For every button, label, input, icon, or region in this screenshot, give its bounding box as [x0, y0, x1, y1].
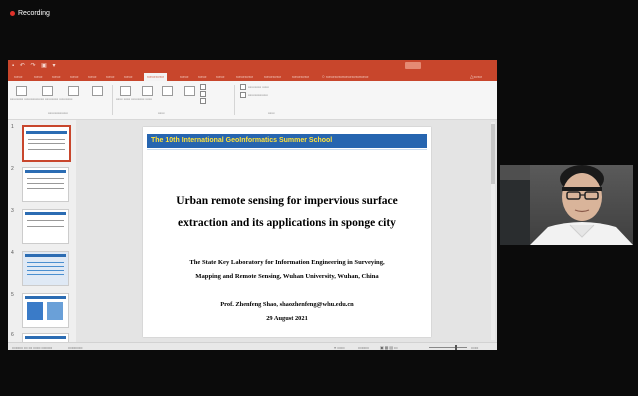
thumbnail-number: 1: [11, 124, 14, 130]
view-buttons[interactable]: ▣ ▦ ▤ ▭: [380, 345, 398, 350]
slide-thumbnail[interactable]: [22, 293, 69, 328]
recording-label: Recording: [18, 10, 50, 17]
tab-draw[interactable]: ▭▭: [70, 74, 79, 80]
slide-thumbnail[interactable]: [22, 125, 71, 162]
slide-editor[interactable]: The 10th International GeoInformatics Su…: [76, 120, 497, 342]
quick-access-toolbar[interactable]: ▪ ↶ ↷ ▣ ▾: [12, 62, 58, 69]
tab-home[interactable]: ▭▭: [34, 74, 43, 80]
author-line: Prof. Zhenfeng Shao, shaozhenfeng@whu.ed…: [220, 301, 354, 308]
vertical-scrollbar[interactable]: [491, 122, 495, 340]
tab-file[interactable]: ▭▭: [14, 74, 23, 80]
monitor-label: ▭▭▭▭ ▭▭: [248, 85, 269, 89]
institution: The State Key Laboratory for Information…: [189, 259, 385, 280]
presenter-view-checkbox[interactable]: [240, 92, 246, 98]
tab-slideshow[interactable]: ▭▭▭▭: [144, 73, 168, 81]
thumbnail-number: 6: [11, 332, 14, 338]
tab-addins[interactable]: ▭▭▭▭: [264, 74, 281, 80]
thumbnail-number: 2: [11, 166, 14, 172]
ribbon-tabs: ▭▭ ▭▭ ▭▭ ▭▭ ▭▭ ▭▭ ▭▭ ▭▭▭▭ ▭▭ ▭▭ ▭▭ ▭▭▭▭ …: [8, 72, 497, 81]
setup-slideshow-icon[interactable]: [120, 86, 131, 96]
comments-button[interactable]: ▭▭▭: [358, 345, 369, 350]
hide-slide-icon[interactable]: [142, 86, 153, 96]
group-label: ▭▭▭▭▭▭: [48, 111, 68, 115]
slide-title: Urban remote sensing for impervious surf…: [176, 195, 398, 229]
tab-extra[interactable]: ▭▭▭▭: [292, 74, 309, 80]
tab-help[interactable]: ▭▭: [216, 74, 225, 80]
tab-insert[interactable]: ▭▭: [52, 74, 61, 80]
tab-design[interactable]: ▭▭: [88, 74, 97, 80]
thumbnail-number: 3: [11, 208, 14, 214]
language: ▭▭▭▭: [68, 346, 83, 350]
record-dot-icon: [10, 11, 15, 16]
group-label-3: ▭▭: [268, 111, 275, 115]
slide-thumbnail[interactable]: [22, 209, 69, 244]
tab-transitions[interactable]: ▭▭: [106, 74, 115, 80]
banner-text: The 10th International GeoInformatics Su…: [151, 137, 333, 144]
use-timings-checkbox[interactable]: [200, 91, 206, 97]
webcam-feed: [500, 165, 633, 245]
presenter-label: ▭▭▭▭▭▭: [248, 93, 268, 97]
thumbnail-number: 4: [11, 250, 14, 256]
sign-in-button[interactable]: [405, 62, 421, 69]
ribbon-label: ▭▭▭▭ ▭▭▭▭▭▭ ▭▭▭▭ ▭▭▭▭: [10, 97, 73, 101]
tab-dev[interactable]: ▭▭▭▭: [236, 74, 253, 80]
tab-view[interactable]: ▭▭: [198, 74, 207, 80]
thumbnail-number: 5: [11, 292, 14, 298]
present-online-icon[interactable]: [68, 86, 79, 96]
notes-button[interactable]: ≡ ▭▭: [334, 345, 344, 350]
ribbon: ▭▭▭▭ ▭▭▭▭▭▭ ▭▭▭▭ ▭▭▭▭ ▭▭▭▭▭▭ ▭▭ ▭▭ ▭▭▭▭ …: [8, 81, 497, 120]
zoom-slider[interactable]: [429, 347, 467, 348]
play-narrations-checkbox[interactable]: [200, 84, 206, 90]
custom-show-icon[interactable]: [92, 86, 103, 96]
slide-count: ▭▭▭ ▭ ▭ ▭▭ ▭▭▭: [12, 346, 53, 350]
tab-review[interactable]: ▭▭: [180, 74, 189, 80]
ribbon-label-2: ▭▭ ▭▭ ▭▭▭▭ ▭▭: [116, 97, 152, 101]
date-line: 29 August 2021: [266, 315, 308, 322]
group-label-2: ▭▭: [158, 111, 165, 115]
monitor-select[interactable]: [240, 84, 246, 90]
speaker-image: [530, 165, 633, 245]
slide-banner: The 10th International GeoInformatics Su…: [147, 134, 427, 148]
slide-thumbnail[interactable]: [22, 251, 69, 286]
tab-animations[interactable]: ▭▭: [124, 74, 133, 80]
zoom-slider-knob[interactable]: [455, 345, 457, 350]
record-icon[interactable]: [184, 86, 195, 96]
from-beginning-icon[interactable]: [16, 86, 27, 96]
status-bar: ▭▭▭ ▭ ▭ ▭▭ ▭▭▭ ▭▭▭▭ ≡ ▭▭ ▭▭▭ ▣ ▦ ▤ ▭ ▭▭: [8, 342, 497, 350]
show-controls-checkbox[interactable]: [200, 98, 206, 104]
scrollbar-thumb[interactable]: [491, 124, 495, 184]
slide-thumbnail[interactable]: [22, 167, 69, 202]
tell-me-search[interactable]: ○ ▭▭▭▭▭▭▭▭▭▭: [322, 74, 369, 80]
zoom-level[interactable]: ▭▭: [471, 345, 478, 350]
rehearse-icon[interactable]: [162, 86, 173, 96]
powerpoint-window: ▪ ↶ ↷ ▣ ▾ ▭▭ ▭▭ ▭▭ ▭▭ ▭▭ ▭▭ ▭▭ ▭▭▭▭ ▭▭ ▭…: [8, 60, 497, 350]
from-current-icon[interactable]: [42, 86, 53, 96]
title-bar: ▪ ↶ ↷ ▣ ▾: [8, 60, 497, 72]
recording-indicator: Recording: [10, 10, 50, 17]
slide-thumbnail-pane: 1 2 3 4 5 6: [8, 120, 76, 344]
current-slide[interactable]: The 10th International GeoInformatics Su…: [143, 127, 431, 337]
share-button[interactable]: △▭▭: [470, 74, 482, 80]
